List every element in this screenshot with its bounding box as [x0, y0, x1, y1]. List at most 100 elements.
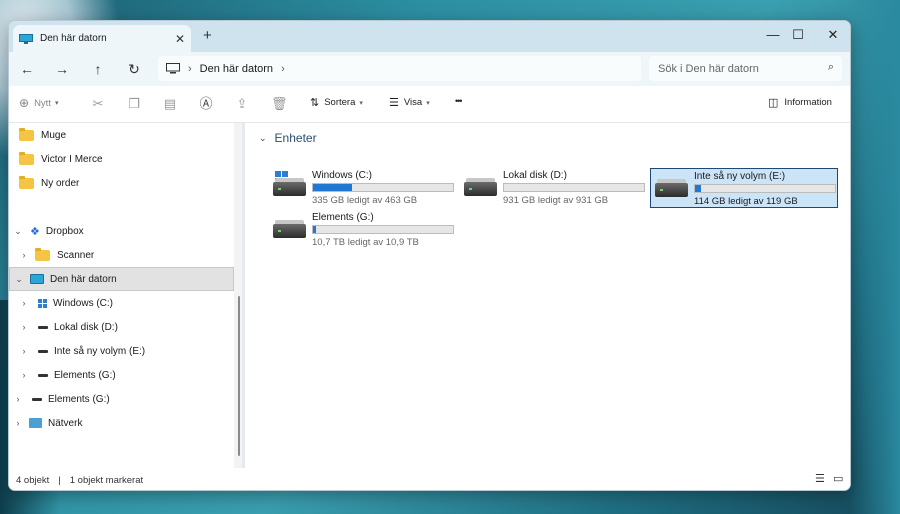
tab-title: Den här datorn — [40, 33, 107, 44]
sidebar-item-elements-g[interactable]: › Elements (G:) — [9, 363, 234, 387]
tab-den-har-datorn[interactable]: Den här datorn ✕ — [13, 25, 191, 52]
cut-icon[interactable]: ✂ — [90, 96, 106, 112]
sidebar-item-ny-order[interactable]: Ny order — [9, 171, 234, 195]
plus-circle-icon: ⊕ — [19, 96, 30, 110]
drive-tile-windows-c[interactable]: Windows (C:) 335 GB ledigt av 463 GB — [269, 168, 457, 208]
drive-usage-bar — [312, 225, 454, 234]
new-button[interactable]: ⊕ Nytt ▾ — [19, 96, 58, 110]
maximize-button[interactable]: ☐ — [781, 25, 815, 45]
drive-icon — [32, 397, 42, 401]
close-button[interactable]: ✕ — [816, 25, 850, 45]
chevron-down-icon[interactable]: ⌄ — [12, 226, 24, 237]
search-input[interactable]: Sök i Den här datorn ⌕ — [649, 56, 842, 81]
computer-icon — [30, 274, 44, 284]
drive-free-space: 335 GB ledigt av 463 GB — [312, 195, 418, 206]
chevron-down-icon: ⌄ — [259, 132, 267, 143]
sort-icon: ⇅ — [310, 97, 320, 109]
sidebar-item-den-har-datorn[interactable]: ⌄ Den här datorn — [9, 267, 234, 291]
chevron-right-icon[interactable]: › — [12, 394, 24, 404]
address-bar[interactable]: › Den här datorn › — [158, 56, 641, 81]
sidebar-item-dropbox[interactable]: ⌄ ❖ Dropbox — [9, 219, 234, 243]
sidebar-item-lokal-disk-d[interactable]: › Lokal disk (D:) — [9, 315, 234, 339]
item-count: 4 objekt — [16, 474, 50, 486]
paste-icon[interactable]: ▤ — [162, 96, 178, 112]
delete-icon[interactable]: 🗑 — [271, 96, 288, 112]
sidebar-item-scanner[interactable]: › Scanner — [9, 243, 234, 267]
rename-icon[interactable]: Ⓐ — [198, 96, 214, 112]
hard-drive-icon — [464, 178, 497, 196]
back-button[interactable]: ← — [15, 58, 39, 80]
drive-tile-inte-sa-ny-volym-e[interactable]: Inte så ny volym (E:) 114 GB ledigt av 1… — [650, 168, 838, 208]
group-header-enheter[interactable]: ⌄ Enheter — [259, 131, 317, 145]
sidebar-scrollbar-thumb[interactable] — [238, 296, 240, 456]
view-button[interactable]: ☰ Visa ▾ — [389, 96, 430, 109]
sidebar-item-label: Windows (C:) — [53, 297, 114, 309]
sidebar-item-label: Nätverk — [48, 417, 83, 429]
status-bar: 4 objekt | 1 objekt markerat ☰ ▭ — [9, 468, 850, 490]
new-label: Nytt — [34, 97, 51, 109]
drive-usage-bar — [312, 183, 454, 192]
windows-drive-icon — [38, 298, 47, 308]
drive-name: Lokal disk (D:) — [503, 170, 567, 181]
sidebar-item-label: Elements (G:) — [54, 369, 116, 381]
group-title: Enheter — [274, 131, 317, 145]
search-icon: ⌕ — [827, 61, 834, 73]
copy-icon[interactable]: ❐ — [126, 96, 142, 112]
details-view-icon[interactable]: ☰ — [815, 474, 827, 485]
tab-close-icon[interactable]: ✕ — [169, 32, 191, 46]
computer-icon — [19, 33, 33, 44]
sidebar-item-victor-i-merce[interactable]: Victor I Merce — [9, 147, 234, 171]
sort-button[interactable]: ⇅ Sortera ▾ — [310, 96, 363, 109]
drive-free-space: 931 GB ledigt av 931 GB — [503, 195, 609, 206]
up-button[interactable]: ↑ — [86, 58, 110, 80]
share-icon[interactable]: ⇪ — [234, 96, 250, 112]
sidebar-item-label: Dropbox — [45, 225, 84, 237]
chevron-right-icon[interactable]: › — [18, 250, 30, 260]
view-icon: ☰ — [389, 97, 399, 109]
hard-drive-icon — [273, 178, 306, 196]
network-icon — [29, 418, 42, 428]
drive-usage-fill — [313, 184, 352, 191]
details-label: Information — [784, 97, 832, 108]
breadcrumb-den-har-datorn[interactable]: Den här datorn — [200, 63, 273, 75]
drive-usage-bar — [503, 183, 645, 192]
chevron-right-icon[interactable]: › — [12, 418, 24, 428]
drive-usage-fill — [313, 226, 316, 233]
chevron-right-icon[interactable]: › — [18, 346, 30, 356]
chevron-down-icon: ▾ — [359, 99, 363, 107]
sidebar-item-label: Victor I Merce — [41, 153, 103, 165]
chevron-right-icon[interactable]: › — [18, 298, 30, 308]
dropbox-icon: ❖ — [30, 225, 40, 238]
sidebar-item-natverk[interactable]: › Nätverk — [9, 411, 234, 435]
view-label: Visa — [403, 97, 423, 108]
folder-icon — [19, 175, 34, 189]
chevron-down-icon[interactable]: ⌄ — [13, 274, 25, 285]
tiles-view-icon[interactable]: ▭ — [833, 474, 845, 485]
sidebar-item-label: Elements (G:) — [48, 393, 110, 405]
details-button[interactable]: ◫ Information — [768, 96, 832, 109]
file-explorer-window: Den här datorn ✕ + — ☐ ✕ ← → ↑ ↻ › Den h… — [8, 20, 851, 491]
drive-icon — [38, 325, 48, 329]
drive-tile-elements-g[interactable]: Elements (G:) 10,7 TB ledigt av 10,9 TB — [269, 210, 457, 250]
chevron-right-icon[interactable]: › — [18, 370, 30, 380]
sidebar-item-muge[interactable]: Muge — [9, 123, 234, 147]
sidebar-item-windows-c[interactable]: › Windows (C:) — [9, 291, 234, 315]
drive-free-space: 10,7 TB ledigt av 10,9 TB — [312, 237, 419, 248]
more-options-button[interactable]: ••• — [455, 96, 463, 106]
hard-drive-icon — [655, 179, 688, 197]
drive-tile-lokal-disk-d[interactable]: Lokal disk (D:) 931 GB ledigt av 931 GB — [460, 168, 648, 208]
drive-icon — [38, 349, 48, 353]
sidebar-item-elements-g-root[interactable]: › Elements (G:) — [9, 387, 234, 411]
folder-icon — [19, 127, 34, 141]
chevron-down-icon: ▾ — [426, 99, 430, 107]
forward-button[interactable]: → — [50, 58, 74, 80]
chevron-down-icon: ▾ — [54, 100, 59, 107]
drive-usage-bar — [694, 184, 836, 193]
refresh-button[interactable]: ↻ — [122, 58, 146, 80]
sort-label: Sortera — [324, 97, 356, 108]
chevron-right-icon[interactable]: › — [18, 322, 30, 332]
breadcrumb-chevron-icon[interactable]: › — [281, 63, 285, 75]
new-tab-button[interactable]: + — [203, 27, 212, 44]
sidebar-item-label: Inte så ny volym (E:) — [54, 345, 146, 357]
sidebar-item-inte-sa-ny-volym-e[interactable]: › Inte så ny volym (E:) — [9, 339, 234, 363]
